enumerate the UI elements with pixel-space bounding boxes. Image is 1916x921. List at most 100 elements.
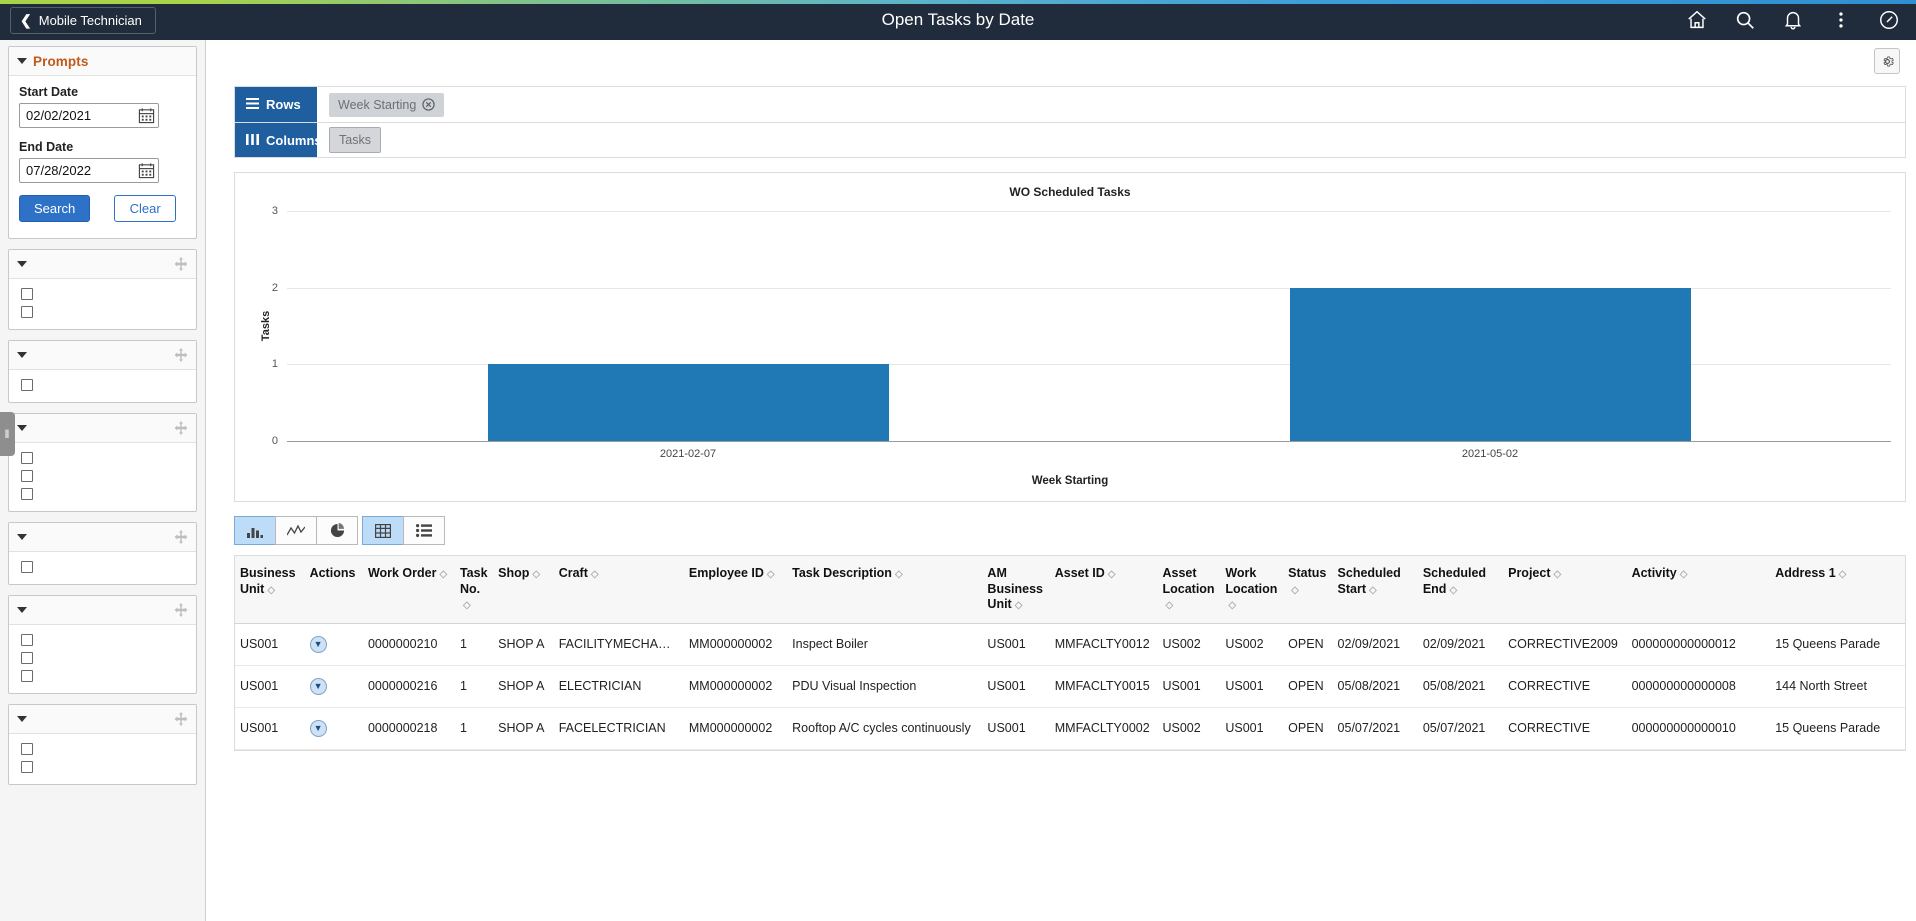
move-handle-icon[interactable] [174, 712, 188, 726]
sort-icon[interactable]: ◇ [1108, 569, 1116, 582]
start-date-calendar-icon[interactable] [138, 107, 155, 124]
column-header[interactable]: AM Business Unit ◇ [982, 556, 1050, 624]
prompts-panel-header[interactable]: Prompts [9, 47, 196, 76]
facet-item[interactable] [19, 740, 186, 758]
list-view-icon[interactable] [403, 516, 446, 545]
facet-item[interactable] [19, 758, 186, 776]
collapse-caret-icon[interactable] [17, 58, 27, 64]
sort-icon[interactable]: ◇ [1015, 600, 1023, 613]
sort-icon[interactable]: ◇ [1165, 600, 1173, 613]
clear-button[interactable]: Clear [114, 195, 177, 222]
pivot-chip-week-starting[interactable]: Week Starting [329, 92, 445, 117]
row-actions-chevron-down-icon[interactable]: ▼ [309, 635, 327, 653]
sort-icon[interactable]: ◇ [1554, 569, 1562, 582]
line-chart-icon[interactable] [275, 516, 317, 545]
sort-icon[interactable]: ◇ [1228, 600, 1236, 613]
column-header[interactable]: Task No. ◇ [454, 556, 494, 624]
facet-item[interactable] [19, 558, 186, 576]
facet-checkbox[interactable] [21, 288, 33, 300]
facet-item[interactable] [19, 631, 186, 649]
facet-checkbox[interactable] [21, 470, 33, 482]
grid-view-icon[interactable] [362, 516, 405, 545]
row-actions-chevron-down-icon[interactable]: ▼ [309, 719, 327, 737]
facet-panel-header[interactable] [9, 414, 196, 443]
column-header[interactable]: Activity ◇ [1626, 556, 1771, 624]
facet-checkbox[interactable] [21, 652, 33, 664]
facet-item[interactable] [19, 485, 186, 503]
facet-panel-header[interactable] [9, 341, 196, 370]
sort-icon[interactable]: ◇ [1369, 585, 1377, 598]
column-header[interactable]: Business Unit ◇ [235, 556, 305, 624]
row-actions-chevron-down-icon[interactable]: ▼ [309, 677, 327, 695]
back-to-mobile-technician-button[interactable]: ❮ Mobile Technician [10, 6, 156, 34]
facet-item[interactable] [19, 667, 186, 685]
column-header[interactable]: Asset Location ◇ [1157, 556, 1221, 624]
facet-checkbox[interactable] [21, 306, 33, 318]
gear-icon[interactable] [1874, 48, 1900, 74]
sort-icon[interactable]: ◇ [267, 585, 275, 598]
sidebar-collapse-grip[interactable]: ‖ [0, 412, 15, 456]
facet-checkbox[interactable] [21, 452, 33, 464]
collapse-caret-icon[interactable] [17, 607, 27, 613]
facet-panel-header[interactable] [9, 250, 196, 279]
more-options-icon[interactable] [1830, 9, 1852, 31]
facet-panel-header[interactable] [9, 523, 196, 552]
facet-item[interactable] [19, 449, 186, 467]
sort-icon[interactable]: ◇ [591, 569, 599, 582]
facet-panel-header[interactable] [9, 705, 196, 734]
column-header[interactable]: Project ◇ [1503, 556, 1627, 624]
facet-checkbox[interactable] [21, 379, 33, 391]
pivot-columns-button[interactable]: Columns [235, 123, 322, 157]
facet-checkbox[interactable] [21, 561, 33, 573]
chart-bar[interactable] [1289, 287, 1691, 441]
sort-icon[interactable]: ◇ [439, 569, 447, 582]
sort-icon[interactable]: ◇ [1680, 569, 1688, 582]
collapse-caret-icon[interactable] [17, 352, 27, 358]
chart-bar[interactable] [487, 364, 889, 441]
collapse-caret-icon[interactable] [17, 534, 27, 540]
collapse-caret-icon[interactable] [17, 716, 27, 722]
sort-icon[interactable]: ◇ [767, 569, 775, 582]
column-header[interactable]: Actions [304, 556, 363, 624]
column-header[interactable]: Status ◇ [1283, 556, 1333, 624]
facet-item[interactable] [19, 649, 186, 667]
remove-chip-icon[interactable] [422, 98, 435, 111]
move-handle-icon[interactable] [174, 257, 188, 271]
facet-item[interactable] [19, 303, 186, 321]
move-handle-icon[interactable] [174, 530, 188, 544]
move-handle-icon[interactable] [174, 348, 188, 362]
pivot-chip-tasks[interactable]: Tasks [329, 127, 381, 153]
pie-chart-icon[interactable] [316, 516, 358, 545]
pivot-rows-dropzone[interactable]: Week Starting [317, 87, 1905, 122]
end-date-calendar-icon[interactable] [138, 162, 155, 179]
column-header[interactable]: Craft ◇ [553, 556, 684, 624]
sort-icon[interactable]: ◇ [1839, 569, 1847, 582]
column-header[interactable]: Employee ID ◇ [683, 556, 788, 624]
column-header[interactable]: Address 1 ◇ [1770, 556, 1905, 624]
move-handle-icon[interactable] [174, 421, 188, 435]
column-header[interactable]: Task Description ◇ [787, 556, 983, 624]
facet-checkbox[interactable] [21, 670, 33, 682]
facet-checkbox[interactable] [21, 743, 33, 755]
sort-icon[interactable]: ◇ [532, 569, 540, 582]
pivot-rows-button[interactable]: Rows [235, 87, 317, 122]
pivot-columns-dropzone[interactable]: Tasks [317, 123, 1905, 157]
facet-item[interactable] [19, 285, 186, 303]
collapse-caret-icon[interactable] [17, 261, 27, 267]
facet-item[interactable] [19, 467, 186, 485]
navbar-compass-icon[interactable] [1878, 9, 1900, 31]
table-row[interactable]: US001 ▼ 0000000216 1 SHOP A ELECTRICIAN MM0000… [235, 665, 1905, 708]
table-row[interactable]: US001 ▼ 0000000210 1 SHOP A FACILITYMECHANIC M… [235, 623, 1905, 666]
sort-icon[interactable]: ◇ [463, 600, 471, 613]
facet-checkbox[interactable] [21, 488, 33, 500]
facet-item[interactable] [19, 376, 186, 394]
bar-chart-icon[interactable] [234, 516, 276, 545]
home-icon[interactable] [1686, 9, 1708, 31]
facet-checkbox[interactable] [21, 634, 33, 646]
column-header[interactable]: Asset ID ◇ [1049, 556, 1158, 624]
collapse-caret-icon[interactable] [17, 425, 27, 431]
move-handle-icon[interactable] [174, 603, 188, 617]
column-header[interactable]: Work Order ◇ [362, 556, 455, 624]
column-header[interactable]: Work Location ◇ [1220, 556, 1284, 624]
sort-icon[interactable]: ◇ [1449, 585, 1457, 598]
